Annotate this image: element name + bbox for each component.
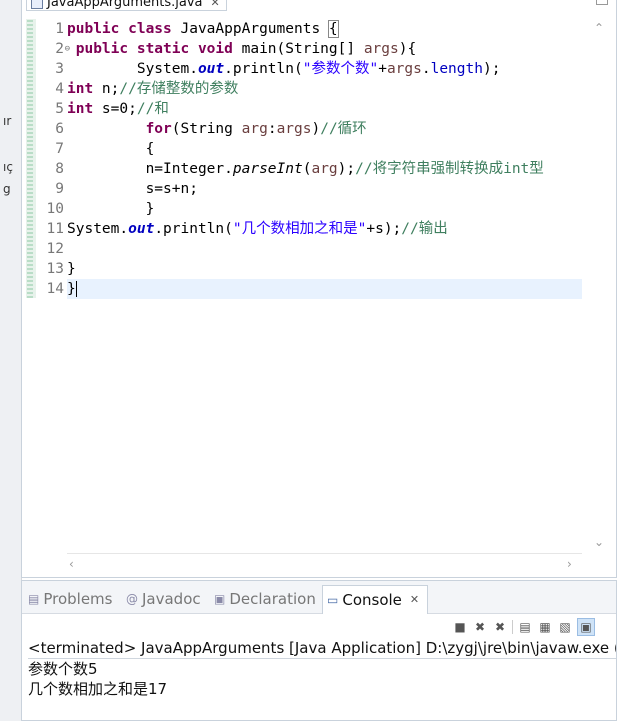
ruler-line-mark xyxy=(27,100,33,118)
line-number: 3 xyxy=(55,61,64,77)
code-line-3: System.out.println("参数个数"+args.length); xyxy=(136,61,501,77)
code-line-6: for(String arg:args)//循环 xyxy=(145,121,367,137)
word-wrap-icon[interactable]: ▧ xyxy=(557,619,573,635)
left-view-strip: ır ıç g xyxy=(0,0,22,721)
line-number: 5 xyxy=(55,101,64,117)
toolbar-separator xyxy=(512,620,513,634)
terminated-status-line: <terminated> JavaAppArguments [Java Appl… xyxy=(28,639,616,659)
overview-ruler xyxy=(26,19,36,298)
ruler-line-mark xyxy=(27,40,33,58)
console-icon: ▭ xyxy=(327,593,339,607)
console-toolbar: ■ ✖ ✖ ▤ ▦ ▧ ▣ xyxy=(452,617,595,637)
code-line-10: } xyxy=(145,201,155,217)
code-line-7: { xyxy=(145,141,155,157)
line-number: 8 xyxy=(55,161,64,177)
ruler-line-mark xyxy=(27,160,33,178)
text-caret xyxy=(75,281,77,297)
display-console-icon[interactable]: ▣ xyxy=(577,618,595,636)
code-line-2: public static void main(String[] args){ xyxy=(75,41,417,57)
strip-label-1: ır xyxy=(3,114,12,128)
tab-declaration[interactable]: ▣ Declaration xyxy=(214,587,316,611)
ruler-line-mark xyxy=(27,280,33,298)
line-number: 4 xyxy=(55,81,64,97)
javadoc-icon: @ xyxy=(126,592,138,606)
close-console-icon[interactable]: ✕ xyxy=(410,586,419,614)
ruler-line-mark xyxy=(27,120,33,138)
scroll-up-icon[interactable]: ⌃ xyxy=(594,21,604,35)
code-line-11: System.out.println("几个数相加之和是"+s);//输出 xyxy=(67,221,448,237)
close-tab-icon[interactable]: ✕ xyxy=(211,0,220,9)
ruler-line-mark xyxy=(27,140,33,158)
line-number: 10 xyxy=(46,201,64,217)
line-number: 7 xyxy=(55,141,64,157)
ruler-line-mark xyxy=(27,220,33,238)
code-line-9: s=s+n; xyxy=(145,181,198,197)
ruler-line-mark xyxy=(27,200,33,218)
declaration-icon: ▣ xyxy=(214,592,226,606)
tab-javadoc[interactable]: @ Javadoc xyxy=(126,587,201,611)
ruler-line-mark xyxy=(27,80,33,98)
editor-tab-title: JavaAppArguments.java xyxy=(47,0,203,10)
clear-console-icon[interactable]: ▤ xyxy=(517,619,533,635)
line-number: 14 xyxy=(46,281,64,297)
scroll-right-icon[interactable]: › xyxy=(567,557,572,571)
scroll-down-icon[interactable]: ⌄ xyxy=(594,535,604,549)
code-line-5: int s=0;//和 xyxy=(67,101,169,117)
line-number: 11 xyxy=(46,221,64,237)
vertical-scrollbar[interactable]: ⌃ ⌄ xyxy=(582,19,616,552)
line-number: 2 ⊖ xyxy=(55,41,70,57)
horizontal-scrollbar[interactable]: ‹ › xyxy=(67,553,582,576)
line-number: 13 xyxy=(46,261,64,277)
ruler-line-mark xyxy=(27,60,33,78)
remove-launch-icon[interactable]: ✖ xyxy=(472,619,488,635)
code-editor[interactable]: JavaAppArguments.java ✕ 1 2 ⊖ 3 4 5 6 7 8… xyxy=(21,0,617,578)
line-number: 9 xyxy=(55,181,64,197)
code-line-1: public class JavaAppArguments { xyxy=(67,20,339,38)
bottom-panel: ▤ Problems @ Javadoc ▣ Declaration ▭ Con… xyxy=(21,580,617,721)
ruler-line-mark xyxy=(27,20,33,38)
editor-tab-java-file[interactable]: JavaAppArguments.java ✕ xyxy=(26,0,227,11)
console-output-line: 几个数相加之和是17 xyxy=(28,680,168,698)
line-number: 1 xyxy=(55,21,64,37)
scroll-left-icon[interactable]: ‹ xyxy=(69,557,74,571)
code-line-14: } xyxy=(67,279,582,299)
strip-label-3: g xyxy=(3,182,11,196)
remove-all-launches-icon[interactable]: ✖ xyxy=(492,619,508,635)
code-text-area[interactable]: public class JavaAppArguments { public s… xyxy=(67,19,582,552)
code-line-13: } xyxy=(67,261,76,277)
panel-tab-bar: ▤ Problems @ Javadoc ▣ Declaration ▭ Con… xyxy=(22,581,616,614)
console-output-line: 参数个数5 xyxy=(28,660,98,678)
ruler-line-mark xyxy=(27,260,33,278)
java-file-icon xyxy=(31,0,43,9)
stop-icon[interactable]: ■ xyxy=(452,619,468,635)
maximize-editor-icon[interactable] xyxy=(596,0,608,5)
tab-console[interactable]: ▭ Console ✕ xyxy=(322,585,429,614)
console-output[interactable]: <terminated> JavaAppArguments [Java Appl… xyxy=(28,638,616,699)
code-line-8: n=Integer.parseInt(arg);//将字符串强制转换成int型 xyxy=(145,161,544,177)
tab-problems[interactable]: ▤ Problems xyxy=(28,587,112,611)
scroll-lock-icon[interactable]: ▦ xyxy=(537,619,553,635)
line-number: 6 xyxy=(55,121,64,137)
line-number: 12 xyxy=(46,241,64,257)
code-line-4: int n;//存储整数的参数 xyxy=(67,81,239,97)
strip-label-2: ıç xyxy=(3,160,13,174)
ruler-line-mark xyxy=(27,180,33,198)
ruler-line-mark xyxy=(27,240,33,258)
line-number-gutter: 1 2 ⊖ 3 4 5 6 7 8 9 10 11 12 13 14 xyxy=(36,19,70,552)
problems-icon: ▤ xyxy=(28,592,40,606)
